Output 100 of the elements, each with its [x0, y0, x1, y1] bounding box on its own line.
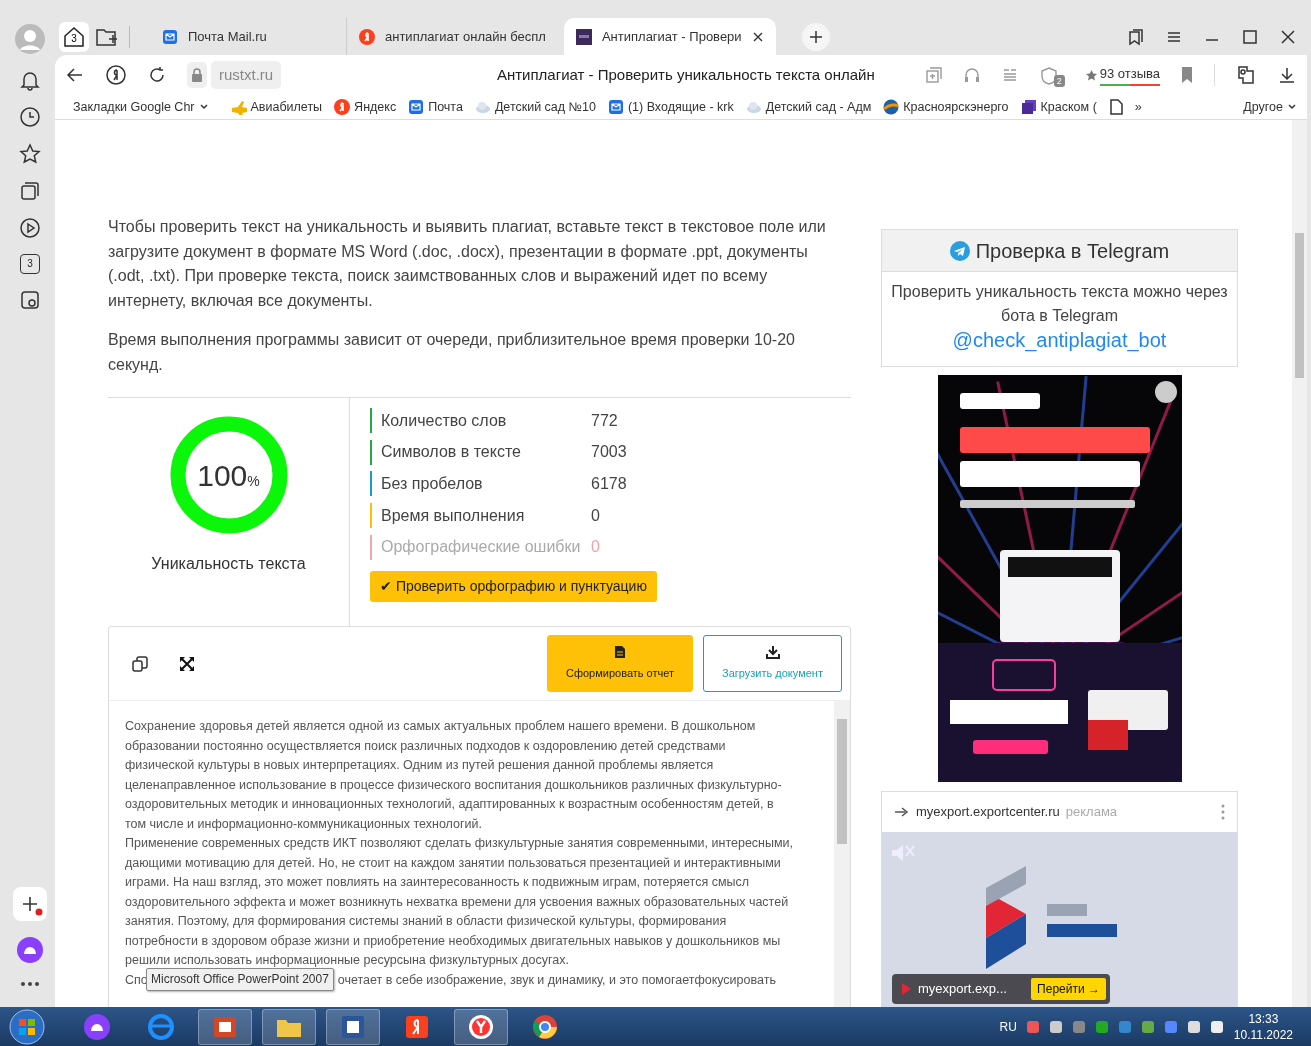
browser-tab[interactable]: Антиплагиат - Провери	[563, 18, 776, 55]
other-bookmarks-folder[interactable]: Другое	[1243, 97, 1297, 117]
lock-icon[interactable]	[191, 68, 203, 82]
bookmark-item[interactable]: (1) Входящие - krk	[607, 97, 734, 117]
bookmark-item[interactable]: Почта	[408, 97, 463, 117]
bookmark-folder[interactable]: Закладки Google Chr	[73, 97, 209, 117]
stat-value: 7003	[591, 442, 627, 463]
bookmark-item[interactable]: Красноярскэнерго	[883, 97, 1009, 117]
taskbar-button[interactable]	[454, 1008, 508, 1045]
translate-icon[interactable]	[924, 66, 943, 84]
stat-value: 772	[591, 410, 618, 431]
scrollbar[interactable]	[834, 701, 850, 1007]
mail-icon	[162, 28, 178, 45]
uniqueness-label: Уникальность текста	[151, 554, 306, 574]
search-logo-icon	[359, 28, 375, 45]
download-icon[interactable]	[1277, 65, 1297, 85]
clock-time[interactable]: 13:33	[1233, 1010, 1293, 1027]
download-icon	[765, 645, 780, 660]
more-icon[interactable]	[19, 979, 41, 989]
plane-icon	[230, 99, 247, 115]
stat-value: 0	[591, 537, 600, 558]
maximize-icon[interactable]	[1241, 27, 1259, 46]
scrollbar[interactable]	[1292, 120, 1307, 1007]
screenshot-icon[interactable]	[19, 289, 41, 311]
search-logo-icon	[334, 99, 351, 115]
card-title: Проверка в Telegram	[975, 238, 1170, 264]
reviews-link[interactable]: 93 отзыва	[1084, 64, 1160, 86]
bell-icon[interactable]	[19, 69, 41, 91]
clock-date[interactable]: 10.11.2022	[1233, 1026, 1293, 1043]
document-icon	[614, 645, 626, 660]
site-favicon-icon	[575, 28, 592, 45]
ad-label: реклама	[1065, 803, 1118, 822]
editor-paragraph: Применение современных средств ИКТ позволяют сделать физкультурные занятия современными, интересными, дающими мотивацию для детей. Но, не стоит на каждом занятии пользоваться презентацией и интерактивными играми. На наш взгляд, это может повлиять на заинтересованность к подвижным играм, потеряется смысл оздоровительного эффекта и может возникнуть нехватка времени для усвоения важных образовательных частей занятия. Поэтому, для формирования системы знаний в области физической культуры, формирования потребности в здоровом образе жизни и приобретение необходимых двигательных навыков у дошкольников мы решили использовать информационные ресурсына физкультурных досугах.	[125, 835, 795, 969]
mail-icon	[607, 99, 624, 115]
stat-label: Время выполнения	[381, 505, 526, 526]
new-tab-button[interactable]	[801, 22, 830, 51]
stat-label: Без пробелов	[381, 473, 484, 494]
arrow-icon	[894, 807, 910, 817]
intro-paragraph: Время выполнения программы зависит от очереди, приблизительное время проверки 10-20 секунд.	[108, 330, 796, 375]
bookmark-item[interactable]: Детский сад №10	[474, 97, 596, 117]
more-bookmarks-button[interactable]: »	[1134, 97, 1142, 117]
tray-icon[interactable]	[1048, 1019, 1063, 1034]
language-indicator[interactable]: RU	[999, 1017, 1017, 1036]
reload-icon[interactable]	[147, 65, 167, 85]
assistant-icon	[82, 1011, 112, 1042]
start-button[interactable]	[8, 1007, 46, 1046]
play-icon[interactable]	[19, 217, 41, 239]
bookmark-item[interactable]: Детский сад - Адм	[745, 97, 872, 117]
headphones-icon[interactable]	[962, 66, 981, 84]
plus-icon	[808, 29, 823, 44]
stat-label: Количество слов	[381, 410, 508, 431]
ad-site[interactable]: myexport.exp...	[918, 979, 1007, 999]
page-title: Антиплагиат - Проверить уникальность текста онлайн	[496, 64, 875, 85]
report-button[interactable]: Сформировать отчет	[547, 635, 693, 692]
add-panel-icon[interactable]	[13, 887, 47, 921]
collections-icon[interactable]	[19, 180, 41, 202]
mail-icon	[408, 99, 425, 115]
taskbar-button[interactable]	[198, 1008, 252, 1045]
chevron-down-icon	[198, 102, 209, 112]
document-icon[interactable]	[1108, 99, 1123, 115]
star-icon[interactable]	[19, 143, 41, 165]
go-button[interactable]: Перейти →	[1031, 978, 1106, 1000]
chevron-down-icon	[1287, 102, 1297, 112]
cloud-icon	[745, 99, 762, 115]
tooltip: Microsoft Office PowerPoint 2007	[146, 967, 334, 991]
tray-icon[interactable]	[1163, 1019, 1178, 1034]
browser-tab[interactable]: Почта Mail.ru	[150, 18, 340, 55]
expand-icon[interactable]	[179, 655, 195, 672]
close-icon[interactable]	[1279, 27, 1297, 46]
editor-paragraph: Сохранение здоровья детей является одной из самых актуальных проблем нашего времени. В дошкольном образовании постоянно осуществляется поиск различных подходов к оздоровлению детей средствами физической культуры в новых интерпретациях. Одним из путей решения данной проблемы является целенаправленное использование в процессе физического воспитания дошкольников различных физкультурно-оздоровительных методик и инновационных технологий, адаптированных к возрастным особенностям детей, в том числе и информационно-коммуникационных технологий.	[125, 718, 783, 833]
bookmarks-panel-icon[interactable]	[1127, 27, 1145, 46]
clock-icon[interactable]	[19, 106, 41, 128]
bot-link[interactable]: @check_antiplagiat_bot	[952, 329, 1167, 351]
bookmark-item[interactable]: Авиабилеты	[230, 97, 323, 117]
globe-icon	[883, 99, 900, 115]
ad-domain[interactable]: myexport.exportcenter.ru	[916, 802, 1060, 822]
extensions-icon[interactable]	[1235, 64, 1257, 86]
spell-check-button[interactable]: ✔ Проверить орфографию и пунктуацию	[370, 571, 657, 603]
shield-counter[interactable]: 2	[1038, 63, 1065, 87]
assistant-icon[interactable]	[16, 936, 44, 964]
bookmark-icon[interactable]	[1180, 66, 1194, 84]
stat-value: 0	[591, 505, 600, 526]
close-icon[interactable]	[751, 30, 764, 43]
stat-value: 6178	[591, 473, 627, 494]
arrow-icon	[900, 982, 912, 996]
editor-text: очетает в себе изображение, звук и динамику, и это помогаетфокусировать	[337, 971, 776, 989]
taskbar-button[interactable]	[326, 1008, 380, 1045]
tray-icon[interactable]	[1140, 1019, 1155, 1034]
stat-label: Орфографические ошибки	[381, 537, 582, 558]
uniqueness-value: 100%	[197, 457, 260, 494]
stack-icon	[1020, 99, 1037, 115]
bookmark-item[interactable]: Яндекс	[334, 97, 397, 117]
copy-icon[interactable]	[131, 654, 149, 673]
tabs-counter[interactable]: 3	[20, 254, 40, 274]
home-logo-icon[interactable]	[105, 64, 127, 86]
tray-icon[interactable]	[1025, 1019, 1040, 1034]
tray-icon[interactable]	[1117, 1019, 1132, 1034]
bookmark-item[interactable]: Краском (	[1020, 97, 1097, 117]
taskbar-button[interactable]	[262, 1008, 316, 1045]
tab-group-button[interactable]: 3	[59, 21, 89, 52]
